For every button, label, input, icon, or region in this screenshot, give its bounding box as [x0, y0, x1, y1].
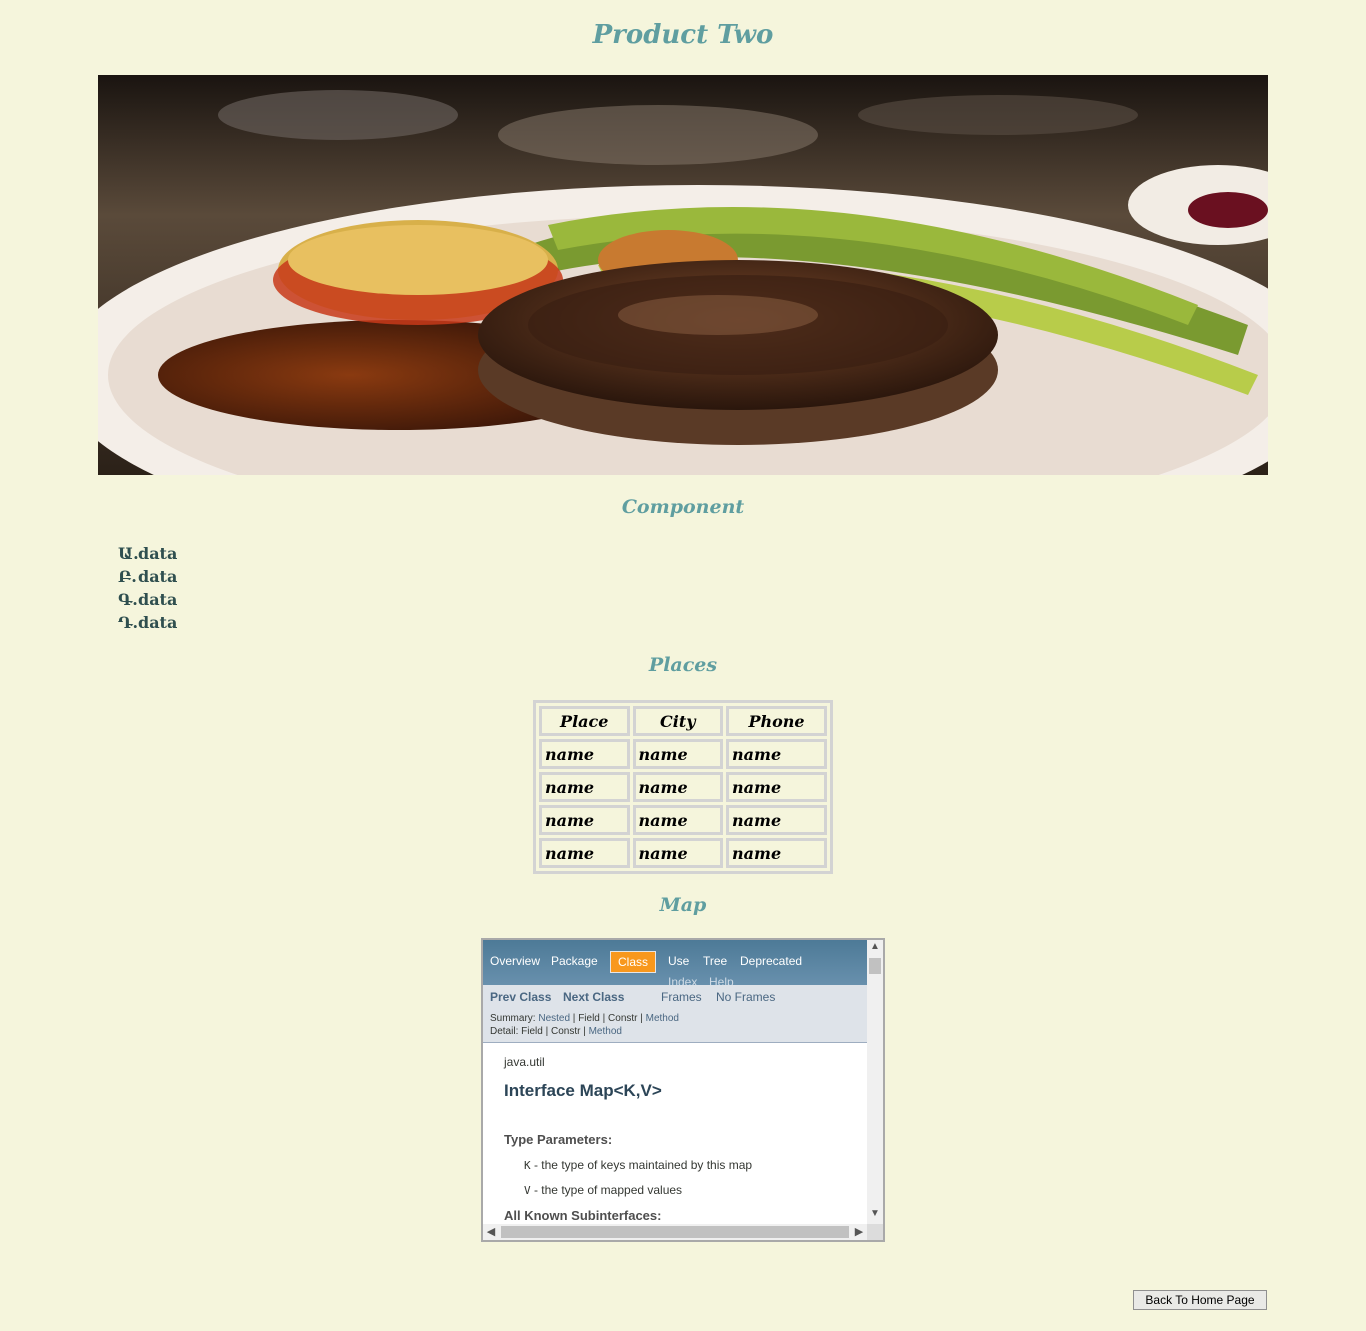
table-cell: name: [632, 739, 724, 769]
table-row: name name name: [539, 772, 827, 802]
horizontal-scroll-thumb[interactable]: [501, 1226, 849, 1238]
horizontal-scrollbar[interactable]: ◀ ▶: [483, 1224, 867, 1240]
column-header-city: City: [632, 706, 724, 736]
param-k-code: K: [524, 1159, 531, 1172]
column-header-place: Place: [539, 706, 630, 736]
interface-heading: Interface Map<K,V>: [504, 1081, 662, 1100]
product-image: [98, 75, 1268, 475]
table-cell: name: [726, 739, 827, 769]
component-heading: Component: [621, 496, 745, 518]
table-cell: name: [632, 805, 724, 835]
page-title: Product Two: [592, 20, 774, 50]
frames-link[interactable]: Frames: [661, 990, 702, 1004]
table-cell: name: [539, 805, 630, 835]
list-item-text: data: [138, 613, 178, 632]
detail-constr: Constr: [550, 1026, 581, 1037]
table-row: name name name: [539, 838, 827, 868]
nav-class-tab[interactable]: Class: [610, 951, 657, 973]
table-cell: name: [632, 772, 724, 802]
map-heading: Map: [659, 894, 707, 916]
list-item: Դ.data: [118, 611, 177, 634]
list-item: Գ.data: [118, 588, 177, 611]
javadoc-top-nav: Overview Package Class Use Tree Deprecat…: [483, 940, 867, 989]
nav-use-link[interactable]: Use: [668, 954, 689, 968]
back-to-home-button[interactable]: Back To Home Page: [1133, 1290, 1267, 1310]
summary-label: Summary:: [490, 1013, 536, 1024]
table-row: name name name: [539, 739, 827, 769]
summary-field: Field: [578, 1013, 600, 1024]
vertical-scrollbar[interactable]: ▲ ▼: [867, 940, 883, 1224]
package-name: java.util: [504, 1055, 545, 1069]
prev-class-link[interactable]: Prev Class: [490, 990, 551, 1004]
detail-method-link[interactable]: Method: [589, 1026, 622, 1037]
scrollbar-corner: [867, 1224, 883, 1240]
nav-deprecated-link[interactable]: Deprecated: [740, 954, 802, 968]
places-heading: Places: [648, 654, 718, 676]
list-item-text: data: [138, 567, 178, 586]
detail-field: Field: [521, 1026, 543, 1037]
summary-constr: Constr: [608, 1013, 638, 1024]
type-params-label: Type Parameters:: [504, 1132, 613, 1147]
param-v-line: V - the type of mapped values: [524, 1183, 682, 1197]
subinterfaces-label: All Known Subinterfaces:: [504, 1208, 662, 1223]
next-class-link[interactable]: Next Class: [563, 990, 624, 1004]
table-cell: name: [539, 772, 630, 802]
table-cell: name: [726, 772, 827, 802]
table-row: name name name: [539, 805, 827, 835]
table-cell: name: [726, 838, 827, 868]
summary-method-link[interactable]: Method: [646, 1013, 679, 1024]
column-header-phone: Phone: [726, 706, 827, 736]
table-cell: name: [539, 739, 630, 769]
nav-tree-link[interactable]: Tree: [703, 954, 727, 968]
param-k-line: K - the type of keys maintained by this …: [524, 1158, 752, 1172]
table-header-row: Place City Phone: [539, 706, 827, 736]
scroll-down-icon[interactable]: ▼: [867, 1208, 883, 1219]
list-marker: Բ.: [118, 567, 137, 586]
vertical-scroll-thumb[interactable]: [869, 958, 881, 974]
no-frames-link[interactable]: No Frames: [716, 990, 775, 1004]
list-item-text: data: [138, 590, 178, 609]
param-v-code: V: [524, 1184, 531, 1197]
list-marker: Ա.: [118, 544, 139, 563]
table-cell: name: [539, 838, 630, 868]
param-k-desc: - the type of keys maintained by this ma…: [533, 1158, 753, 1172]
nav-package-link[interactable]: Package: [551, 954, 598, 968]
scroll-up-icon[interactable]: ▲: [867, 941, 883, 952]
list-marker: Գ.: [118, 590, 138, 609]
scroll-right-icon[interactable]: ▶: [851, 1225, 867, 1238]
nav-overview-link[interactable]: Overview: [490, 954, 540, 968]
list-marker: Դ.: [118, 613, 139, 632]
detail-label: Detail:: [490, 1026, 519, 1037]
component-list: Ա.data Բ.data Գ.data Դ.data: [118, 542, 177, 634]
param-v-desc: - the type of mapped values: [533, 1183, 683, 1197]
table-cell: name: [632, 838, 724, 868]
summary-line: Summary: Nested | Field | Constr | Metho…: [490, 1013, 679, 1024]
table-cell: name: [726, 805, 827, 835]
list-item: Ա.data: [118, 542, 177, 565]
detail-line: Detail: Field | Constr | Method: [490, 1026, 622, 1037]
javadoc-sub-nav: Prev Class Next Class Frames No Frames S…: [483, 985, 867, 1043]
summary-nested-link[interactable]: Nested: [538, 1013, 570, 1024]
map-iframe[interactable]: Overview Package Class Use Tree Deprecat…: [481, 938, 885, 1242]
places-table: Place City Phone name name name name nam…: [533, 700, 833, 874]
list-item-text: data: [138, 544, 178, 563]
list-item: Բ.data: [118, 565, 177, 588]
scroll-left-icon[interactable]: ◀: [483, 1225, 499, 1238]
